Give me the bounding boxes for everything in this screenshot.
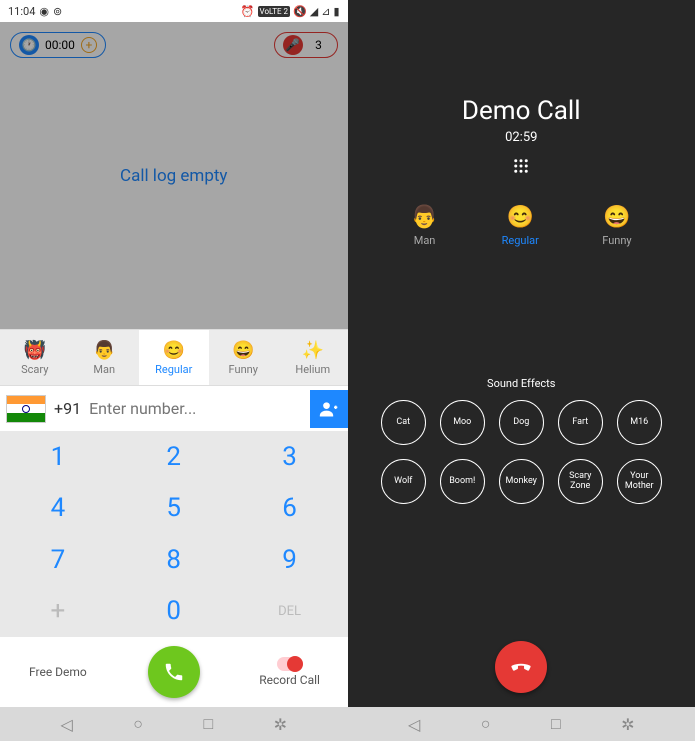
voice-tab-man[interactable]: 👨 Man <box>70 329 140 385</box>
android-nav: ◁ ○ □ ✲ <box>0 707 348 741</box>
status-time: 11:04 <box>8 5 35 18</box>
in-call-screen: Demo Call 02:59 👨 Man 😊 Regular 😄 Funny … <box>348 0 695 741</box>
key-8[interactable]: 8 <box>116 534 232 586</box>
sound-scary-zone[interactable]: Scary Zone <box>558 459 603 504</box>
wifi-icon: ⊿ <box>321 5 330 18</box>
signal-icon: ◢ <box>310 5 318 18</box>
voice-label: Man <box>414 234 436 247</box>
voice-label: Helium <box>295 363 330 376</box>
regular-icon: 😊 <box>507 205 534 230</box>
voice-tab-funny[interactable]: 😄 Funny <box>209 329 279 385</box>
key-del[interactable]: DEL <box>232 586 348 638</box>
mute-icon: 🔇 <box>293 5 307 18</box>
voice-label: Funny <box>602 234 631 247</box>
nav-recent-icon[interactable]: □ <box>203 714 213 734</box>
android-nav-right: ◁ ○ □ ✲ <box>348 707 695 741</box>
sound-your-mother[interactable]: Your Mother <box>617 459 662 504</box>
scary-icon: 👹 <box>24 340 46 361</box>
voice-label: Regular <box>155 363 192 376</box>
regular-icon: 😊 <box>163 340 185 361</box>
sound-wolf[interactable]: Wolf <box>381 459 426 504</box>
phone-icon <box>163 661 185 683</box>
status-bar: 11:04 ◉ ⊚ ⏰ VoLTE 2 🔇 ◢ ⊿ ▮ <box>0 0 348 22</box>
nav-accessibility-icon[interactable]: ✲ <box>621 715 634 734</box>
voice-label: Regular <box>502 234 539 247</box>
dialpad-icon[interactable] <box>512 157 530 175</box>
voice-label: Funny <box>229 363 258 376</box>
voice-dark-man[interactable]: 👨 Man <box>411 205 438 247</box>
number-input[interactable] <box>89 399 309 418</box>
nav-back-icon[interactable]: ◁ <box>408 715 420 734</box>
voice-tab-helium[interactable]: ✨ Helium <box>278 329 348 385</box>
sound-effects-section: Sound Effects Cat Moo Dog Fart M16 Wolf … <box>348 377 695 504</box>
call-button[interactable] <box>148 646 200 698</box>
nav-home-icon[interactable]: ○ <box>481 714 491 734</box>
contact-icon <box>319 399 339 419</box>
key-4[interactable]: 4 <box>0 483 116 535</box>
battery-icon: ▮ <box>333 5 339 18</box>
voice-tab-scary[interactable]: 👹 Scary <box>0 329 70 385</box>
key-5[interactable]: 5 <box>116 483 232 535</box>
contacts-button[interactable] <box>310 390 348 428</box>
sound-boom[interactable]: Boom! <box>440 459 485 504</box>
voice-tab-regular[interactable]: 😊 Regular <box>139 329 209 385</box>
instagram-icon: ⊚ <box>53 5 62 18</box>
status-bar-right <box>348 0 695 22</box>
man-icon: 👨 <box>93 340 115 361</box>
sound-monkey[interactable]: Monkey <box>499 459 544 504</box>
voice-dark-funny[interactable]: 😄 Funny <box>602 205 631 247</box>
voice-label: Scary <box>21 363 48 376</box>
sound-moo[interactable]: Moo <box>440 400 485 445</box>
key-1[interactable]: 1 <box>0 431 116 483</box>
alarm-icon: ⏰ <box>241 5 255 18</box>
record-call-toggle[interactable]: Record Call <box>232 657 348 687</box>
sound-cat[interactable]: Cat <box>381 400 426 445</box>
call-log-area: 🕐 00:00 + 🎤 3 Call log empty <box>0 22 348 329</box>
funny-icon: 😄 <box>232 340 254 361</box>
record-call-label: Record Call <box>259 673 320 687</box>
sound-grid: Cat Moo Dog Fart M16 Wolf Boom! Monkey S… <box>348 400 695 504</box>
location-icon: ◉ <box>39 5 49 18</box>
call-header: Demo Call 02:59 <box>348 96 695 179</box>
key-2[interactable]: 2 <box>116 431 232 483</box>
helium-icon: ✨ <box>302 340 324 361</box>
key-plus[interactable]: + <box>0 586 116 638</box>
nav-recent-icon[interactable]: □ <box>551 714 561 734</box>
flag-india[interactable] <box>6 395 46 423</box>
key-3[interactable]: 3 <box>232 431 348 483</box>
dialer-screen: 11:04 ◉ ⊚ ⏰ VoLTE 2 🔇 ◢ ⊿ ▮ 🕐 00:00 + 🎤 … <box>0 0 348 741</box>
number-row: +91 <box>0 385 348 431</box>
toggle-icon <box>277 657 303 671</box>
voice-tabs-dark: 👨 Man 😊 Regular 😄 Funny <box>348 205 695 247</box>
hangup-icon <box>508 654 534 680</box>
nav-back-icon[interactable]: ◁ <box>60 715 72 734</box>
free-demo-label: Free Demo <box>29 665 87 679</box>
voice-label: Man <box>93 363 115 376</box>
sound-m16[interactable]: M16 <box>617 400 662 445</box>
hangup-button[interactable] <box>495 641 547 693</box>
free-demo-button[interactable]: Free Demo <box>0 665 116 679</box>
sound-dog[interactable]: Dog <box>499 400 544 445</box>
call-duration: 02:59 <box>348 130 695 145</box>
voice-dark-regular[interactable]: 😊 Regular <box>502 205 539 247</box>
bottom-row: Free Demo Record Call <box>0 637 348 707</box>
keypad: 1 2 3 4 5 6 7 8 9 + 0 DEL <box>0 431 348 637</box>
sound-effects-title: Sound Effects <box>348 377 695 390</box>
nav-accessibility-icon[interactable]: ✲ <box>274 715 287 734</box>
key-6[interactable]: 6 <box>232 483 348 535</box>
man-icon: 👨 <box>411 205 438 230</box>
dim-overlay <box>0 22 348 329</box>
key-0[interactable]: 0 <box>116 586 232 638</box>
nav-home-icon[interactable]: ○ <box>133 714 143 734</box>
funny-icon: 😄 <box>603 205 630 230</box>
voice-tabs: 👹 Scary 👨 Man 😊 Regular 😄 Funny ✨ Helium <box>0 329 348 385</box>
country-code[interactable]: +91 <box>46 399 89 418</box>
sound-fart[interactable]: Fart <box>558 400 603 445</box>
key-9[interactable]: 9 <box>232 534 348 586</box>
volte-badge: VoLTE 2 <box>258 6 291 17</box>
caller-name: Demo Call <box>348 96 695 126</box>
key-7[interactable]: 7 <box>0 534 116 586</box>
